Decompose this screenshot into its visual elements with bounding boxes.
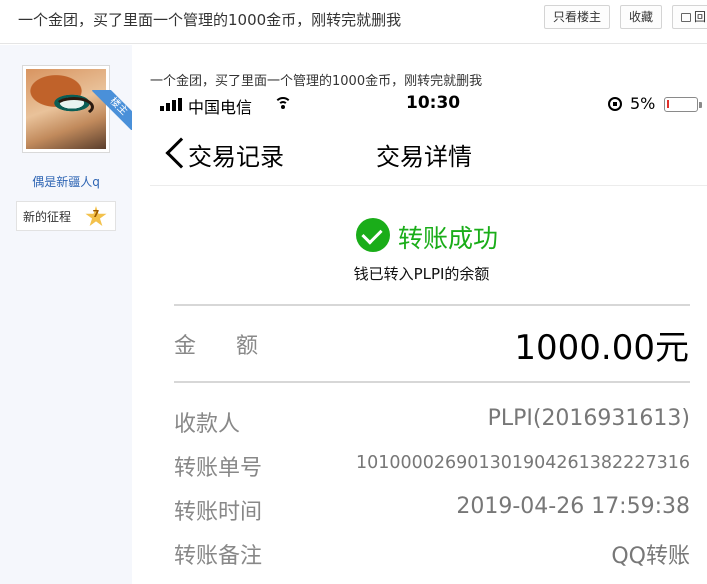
reply-button[interactable]: 回: [672, 5, 707, 29]
author-sidebar: 楼主 偶是新疆人q 新的征程 7: [0, 45, 132, 584]
author-username[interactable]: 偶是新疆人q: [0, 173, 132, 190]
detail-value: PLPI(2016931613): [487, 406, 690, 431]
amount-value: 1000.00元: [514, 328, 689, 368]
battery-fill: [667, 100, 669, 108]
op-badge: 楼主: [92, 90, 132, 130]
favorite-button[interactable]: 收藏: [620, 5, 662, 29]
phone-nav-bar: 交易记录 交易详情: [150, 128, 707, 186]
divider: [174, 304, 690, 306]
check-circle-icon: [356, 218, 390, 252]
carrier-name: 中国电信: [188, 98, 253, 117]
post-text: 一个金团，买了里面一个管理的1000金币，刚转完就删我: [150, 74, 483, 89]
detail-key: 转账备注: [174, 544, 263, 569]
detail-key: 转账时间: [174, 500, 263, 525]
detail-value: QQ转账: [611, 544, 690, 569]
detail-row-payee: 收款人 PLPI(2016931613): [174, 406, 690, 440]
status-subtext: 钱已转入PLPI的余额: [353, 265, 490, 283]
signal-icon: [160, 98, 182, 111]
phone-clock: 10:30: [406, 93, 461, 113]
detail-key: 收款人: [174, 412, 241, 437]
op-badge-label: 楼主: [92, 90, 132, 130]
divider: [174, 381, 690, 383]
level-number: 7: [92, 209, 100, 220]
battery-icon: [664, 97, 702, 112]
status-text: 转账成功: [398, 224, 499, 253]
detail-row-time: 转账时间 2019-04-26 17:59:38: [174, 494, 690, 528]
reply-label: 回: [694, 10, 707, 24]
reply-icon: [681, 13, 691, 22]
detail-row-remark: 转账备注 QQ转账: [174, 538, 690, 572]
back-button: 交易记录: [188, 143, 284, 171]
only-op-button[interactable]: 只看楼主: [544, 5, 610, 29]
detail-value: 10100002690130190426138222731​6: [355, 453, 690, 473]
detail-key: 转账单号: [174, 456, 263, 481]
level-title: 新的征程: [23, 210, 72, 224]
amount-label: 金额: [174, 334, 299, 359]
rotation-lock-icon: [608, 97, 622, 111]
thread-header: 一个金团，买了里面一个管理的1000金币，刚转完就删我 只看楼主 收藏 回: [0, 0, 707, 44]
level-box[interactable]: 新的征程 7: [16, 201, 116, 231]
detail-row-order-number: 转账单号 10100002690130190426138222731​6: [174, 450, 690, 484]
wifi-icon: [274, 96, 292, 110]
detail-value: 2019-04-26 17:59:38: [456, 494, 690, 519]
battery-percent: 5%: [630, 94, 656, 113]
post-image[interactable]: 中国电信 10:30 5% 交易记录 交易详情 转账成功 钱已转入PLPI的余额…: [150, 88, 707, 584]
transfer-status: 转账成功: [150, 218, 707, 254]
thread-title: 一个金团，买了里面一个管理的1000金币，刚转完就删我: [18, 11, 402, 29]
phone-status-bar: 中国电信 10:30 5%: [150, 88, 707, 122]
nav-title: 交易详情: [376, 143, 472, 171]
